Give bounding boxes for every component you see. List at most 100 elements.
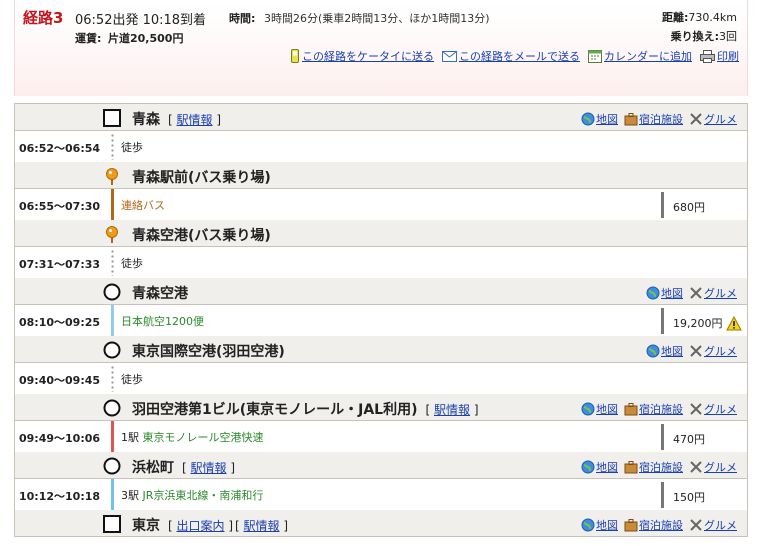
map-link[interactable]: 地図 bbox=[646, 343, 683, 359]
fork-knife-icon bbox=[690, 345, 702, 357]
lodging-label: 宿泊施設 bbox=[639, 113, 683, 126]
send-to-mobile-link[interactable]: この経路をケータイに送る bbox=[290, 48, 434, 64]
walk-dotted-line bbox=[111, 133, 114, 160]
station-name: 青森空港 bbox=[132, 286, 188, 302]
segment-row: 07:31～07:33 徒歩 bbox=[14, 247, 748, 278]
segment-mode: 徒歩 bbox=[121, 373, 143, 386]
station-info-group: [ 駅情報 ] bbox=[168, 113, 222, 127]
gourmet-link[interactable]: グルメ bbox=[689, 517, 737, 533]
station-name-text: 東京 bbox=[132, 518, 160, 534]
station-name: 羽田空港第1ビル(東京モノレール・JAL利用) [ 駅情報 ] bbox=[132, 399, 479, 419]
segment-row: 10:12～10:18 3駅 JR京浜東北線・南浦和行 150円 bbox=[14, 479, 748, 510]
map-link[interactable]: 地図 bbox=[581, 111, 618, 127]
map-label: 地図 bbox=[596, 461, 618, 474]
station-info-link[interactable]: 駅情報 bbox=[191, 461, 227, 475]
route-detail-table: 青森 [ 駅情報 ] 地図 宿泊施設 グルメ 06:52～06:54 徒歩 青森駅… bbox=[14, 103, 748, 537]
print-link[interactable]: 印刷 bbox=[700, 48, 739, 64]
segment-row: 08:10～09:25 日本航空1200便 19,200円 bbox=[14, 305, 748, 336]
segment-mode-group: 1駅 東京モノレール空港快速 bbox=[121, 429, 264, 445]
mobile-phone-icon bbox=[291, 49, 299, 63]
fork-knife-icon bbox=[690, 287, 702, 299]
warning-icon[interactable] bbox=[725, 315, 742, 331]
gourmet-label: グルメ bbox=[704, 113, 737, 126]
departure-arrival-times: 06:52出発 10:18到着 bbox=[75, 13, 207, 28]
gourmet-link[interactable]: グルメ bbox=[689, 343, 737, 359]
segment-time: 09:49～10:06 bbox=[19, 432, 101, 445]
segment-fare-value: 150円 bbox=[673, 491, 705, 504]
segment-mode-group: 3駅 JR京浜東北線・南浦和行 bbox=[121, 487, 263, 503]
station-info-group: [ 駅情報 ] bbox=[235, 519, 289, 533]
bus-line-bar bbox=[111, 189, 114, 220]
gourmet-link[interactable]: グルメ bbox=[689, 459, 737, 475]
station-links: 地図 グルメ bbox=[646, 285, 737, 301]
globe-icon bbox=[581, 112, 595, 126]
route-summary-header: 経路3 06:52出発 10:18到着 時間: 3時間26分(乗車2時間13分、… bbox=[14, 0, 748, 96]
lodging-label: 宿泊施設 bbox=[639, 461, 683, 474]
station-info-link[interactable]: 駅情報 bbox=[244, 519, 280, 533]
station-row: 東京国際空港(羽田空港) 地図 グルメ bbox=[14, 336, 748, 363]
walk-dotted-line bbox=[111, 365, 114, 392]
map-link[interactable]: 地図 bbox=[581, 517, 618, 533]
fare-bar bbox=[661, 192, 664, 218]
segment-time: 09:40～09:45 bbox=[19, 374, 101, 387]
map-label: 地図 bbox=[596, 403, 618, 416]
suitcase-icon bbox=[624, 113, 638, 126]
send-by-mail-label: この経路をメールで送る bbox=[459, 50, 580, 63]
station-links: 地図 宿泊施設 グルメ bbox=[581, 401, 737, 417]
map-link[interactable]: 地図 bbox=[581, 401, 618, 417]
station-name-text: 浜松町 bbox=[132, 460, 174, 476]
station-links: 地図 宿泊施設 グルメ bbox=[581, 111, 737, 127]
gourmet-link[interactable]: グルメ bbox=[689, 285, 737, 301]
station-info-group: [ 駅情報 ] bbox=[182, 461, 236, 475]
gourmet-label: グルメ bbox=[704, 519, 737, 532]
gourmet-label: グルメ bbox=[704, 345, 737, 358]
segment-stops: 3駅 bbox=[121, 489, 139, 502]
fork-knife-icon bbox=[690, 461, 702, 473]
segment-row: 06:55～07:30 連絡バス 680円 bbox=[14, 189, 748, 220]
station-name: 青森駅前(バス乗り場) bbox=[132, 170, 271, 186]
lodging-link[interactable]: 宿泊施設 bbox=[624, 401, 683, 417]
segment-fare-value: 470円 bbox=[673, 433, 705, 446]
station-row: 青森 [ 駅情報 ] 地図 宿泊施設 グルメ bbox=[14, 104, 748, 131]
lodging-link[interactable]: 宿泊施設 bbox=[624, 459, 683, 475]
route-actions: この経路をケータイに送る この経路をメールで送る カレンダーに追加 印刷 bbox=[290, 48, 739, 64]
station-row: 東京 [ 出口案内 ][ 駅情報 ] 地図 宿泊施設 グルメ bbox=[14, 510, 748, 537]
station-row: 青森空港 地図 グルメ bbox=[14, 278, 748, 305]
fare-value: 片道20,500円 bbox=[108, 32, 184, 45]
bus-stop-pin-icon bbox=[106, 168, 118, 185]
gourmet-link[interactable]: グルメ bbox=[689, 111, 737, 127]
walk-dotted-line bbox=[111, 249, 114, 276]
gourmet-label: グルメ bbox=[704, 287, 737, 300]
duration-label: 時間: bbox=[229, 12, 256, 25]
fare-label: 運賃: bbox=[75, 32, 102, 45]
suitcase-icon bbox=[624, 461, 638, 474]
segment-fare: 470円 bbox=[673, 431, 705, 447]
gourmet-link[interactable]: グルメ bbox=[689, 401, 737, 417]
flight-line-bar bbox=[111, 305, 114, 336]
segment-fare: 19,200円 bbox=[673, 315, 742, 331]
lodging-label: 宿泊施設 bbox=[639, 519, 683, 532]
fare-bar bbox=[661, 308, 664, 334]
exit-info-link[interactable]: 出口案内 bbox=[177, 519, 225, 533]
map-link[interactable]: 地図 bbox=[646, 285, 683, 301]
segment-stops: 1駅 bbox=[121, 431, 139, 444]
segment-time: 06:52～06:54 bbox=[19, 142, 101, 155]
lodging-link[interactable]: 宿泊施設 bbox=[624, 111, 683, 127]
lodging-link[interactable]: 宿泊施設 bbox=[624, 517, 683, 533]
bus-stop-pin-icon bbox=[106, 226, 118, 243]
send-by-mail-link[interactable]: この経路をメールで送る bbox=[442, 48, 580, 64]
suitcase-icon bbox=[624, 403, 638, 416]
map-label: 地図 bbox=[596, 113, 618, 126]
station-info-link[interactable]: 駅情報 bbox=[434, 403, 470, 417]
transfers: 乗り換え:3回 bbox=[671, 28, 737, 44]
station-circle-icon bbox=[103, 399, 121, 417]
printer-icon bbox=[700, 49, 715, 63]
distance: 距離:730.4km bbox=[662, 9, 737, 25]
station-info-link[interactable]: 駅情報 bbox=[177, 113, 213, 127]
duration-value: 3時間26分(乗車2時間13分、ほか1時間13分) bbox=[264, 12, 490, 25]
map-link[interactable]: 地図 bbox=[581, 459, 618, 475]
add-to-calendar-link[interactable]: カレンダーに追加 bbox=[588, 48, 692, 64]
station-name-text: 羽田空港第1ビル(東京モノレール・JAL利用) bbox=[132, 402, 418, 418]
station-info-group: [ 駅情報 ] bbox=[425, 403, 479, 417]
map-label: 地図 bbox=[596, 519, 618, 532]
